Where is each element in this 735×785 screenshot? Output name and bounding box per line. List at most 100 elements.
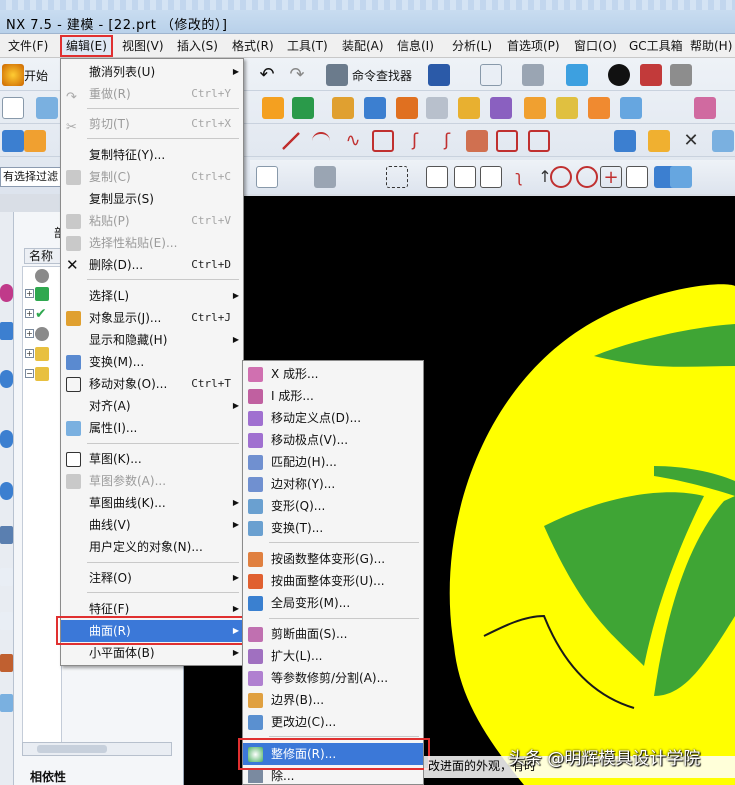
menu-item-copy-feature[interactable]: 复制特征(Y)...	[61, 144, 243, 166]
feature-icon-13[interactable]	[694, 97, 716, 119]
snap-icon-6[interactable]	[626, 166, 648, 188]
menu-item-sketch-curve[interactable]: 草图曲线(K)... ▶	[61, 492, 243, 514]
snap-icon-3[interactable]	[480, 166, 502, 188]
arc-icon[interactable]	[312, 132, 330, 150]
menu-item-sketch[interactable]: 草图(K)...	[61, 448, 243, 470]
menu-item-paste-special[interactable]: 选择性粘贴(E)...	[61, 232, 243, 254]
menu-insert[interactable]: 插入(S)	[175, 37, 220, 55]
start-button[interactable]: 开始	[24, 67, 48, 84]
history-mode-icon[interactable]	[35, 269, 49, 283]
submenu-item-global-shaping[interactable]: 全局变形(M)...	[243, 592, 423, 614]
render-style-icon[interactable]	[522, 64, 544, 86]
submenu-item-change-edge[interactable]: 更改边(C)...	[243, 711, 423, 733]
menu-item-undo-list[interactable]: 撤消列表(U) ▶	[61, 61, 243, 83]
menu-format[interactable]: 格式(R)	[230, 37, 276, 55]
snap-icon-1[interactable]	[426, 166, 448, 188]
menu-file[interactable]: 文件(F)	[6, 37, 50, 55]
line-icon[interactable]	[282, 132, 300, 150]
section-icon[interactable]	[640, 64, 662, 86]
resource-icon-3[interactable]	[0, 370, 13, 388]
roles-icon[interactable]	[0, 654, 13, 672]
submenu-item-refit-face[interactable]: 整修面(R)...	[243, 743, 423, 765]
feature-icon-3[interactable]	[332, 97, 354, 119]
menu-item-move-object[interactable]: 移动对象(O)... Ctrl+T	[61, 373, 243, 395]
resource-icon-6[interactable]	[0, 526, 13, 544]
resource-icon-4[interactable]	[0, 430, 13, 448]
menu-item-select[interactable]: 选择(L) ▶	[61, 285, 243, 307]
submenu-item-match-edge[interactable]: 匹配边(H)...	[243, 451, 423, 473]
command-finder-button[interactable]: 命令查找器	[352, 67, 412, 84]
menu-item-properties[interactable]: 属性(I)...	[61, 417, 243, 439]
offset-curve-icon[interactable]: ʃ	[404, 130, 426, 152]
menu-item-transform[interactable]: 变换(M)...	[61, 351, 243, 373]
info-icon[interactable]	[428, 64, 450, 86]
menu-item-user-defined-object[interactable]: 用户定义的对象(N)...	[61, 536, 243, 558]
menu-help[interactable]: 帮助(H)	[688, 37, 734, 55]
menu-view[interactable]: 视图(V)	[120, 37, 166, 55]
intersect-curve-icon[interactable]	[496, 130, 518, 152]
submenu-item-cut-surface[interactable]: 剪断曲面(S)...	[243, 623, 423, 645]
resource-icon-7[interactable]	[0, 568, 13, 586]
cube-icon[interactable]	[566, 64, 588, 86]
menu-item-object-display[interactable]: 对象显示(J)... Ctrl+J	[61, 307, 243, 329]
snap-icon-4[interactable]: ʅ	[508, 166, 530, 188]
extract-curve-icon[interactable]	[528, 130, 550, 152]
submenu-item-deform[interactable]: 变形(Q)...	[243, 495, 423, 517]
submenu-item-i-shape[interactable]: I 成形...	[243, 385, 423, 407]
menu-item-feature[interactable]: 特征(F) ▶	[61, 598, 243, 620]
feature-icon-4[interactable]	[364, 97, 386, 119]
extrude-icon[interactable]	[36, 97, 58, 119]
menu-item-annotation[interactable]: 注释(O) ▶	[61, 567, 243, 589]
menu-item-copy-display[interactable]: 复制显示(S)	[61, 188, 243, 210]
polygon-icon[interactable]	[372, 130, 394, 152]
redo-icon[interactable]: ↷	[286, 64, 308, 86]
submenu-item-isoparametric-trim[interactable]: 等参数修剪/分割(A)...	[243, 667, 423, 689]
selection-filter[interactable]: 有选择过滤	[0, 167, 62, 187]
project-curve-icon[interactable]	[466, 130, 488, 152]
command-finder-icon[interactable]	[326, 64, 348, 86]
toolbar-icon-c[interactable]	[712, 130, 734, 152]
snap-quadrant-icon[interactable]	[576, 166, 598, 188]
submenu-item-boundary[interactable]: 边界(B)...	[243, 689, 423, 711]
select-icon-2[interactable]	[314, 166, 336, 188]
snap-icon-8[interactable]	[670, 166, 692, 188]
folder-open-icon[interactable]	[35, 367, 49, 381]
submenu-item-x-shape[interactable]: X 成形...	[243, 363, 423, 385]
toolbar-icon-a[interactable]	[614, 130, 636, 152]
menu-analysis[interactable]: 分析(L)	[450, 37, 494, 55]
feature-icon-1[interactable]	[262, 97, 284, 119]
clock-icon[interactable]	[35, 327, 49, 341]
toolbar-icon-b[interactable]	[648, 130, 670, 152]
feature-icon-10[interactable]	[556, 97, 578, 119]
close-icon[interactable]: ✕	[680, 130, 702, 152]
menu-window[interactable]: 窗口(O)	[572, 37, 619, 55]
surface-icon-1[interactable]	[2, 130, 24, 152]
submenu-item-move-defining-point[interactable]: 移动定义点(D)...	[243, 407, 423, 429]
fit-view-icon[interactable]	[480, 64, 502, 86]
menu-item-cut[interactable]: ✂ 剪切(T) Ctrl+X	[61, 113, 243, 135]
menu-item-facet-body[interactable]: 小平面体(B) ▶	[61, 642, 243, 664]
orient-icon[interactable]	[608, 64, 630, 86]
submenu-item-transform[interactable]: 变换(T)...	[243, 517, 423, 539]
snap-point-icon[interactable]: +	[600, 166, 622, 188]
snap-center-icon[interactable]	[550, 166, 572, 188]
surface-icon-2[interactable]	[24, 130, 46, 152]
menu-item-redo[interactable]: ↷ 重做(R) Ctrl+Y	[61, 83, 243, 105]
menu-item-sketch-parameters[interactable]: 草图参数(A)...	[61, 470, 243, 492]
expand-toggle[interactable]: +	[25, 309, 34, 318]
feature-icon-2[interactable]	[292, 97, 314, 119]
resource-icon-8[interactable]	[0, 612, 13, 630]
menu-item-delete[interactable]: ✕ 删除(D)... Ctrl+D	[61, 254, 243, 276]
rect-select-icon[interactable]	[386, 166, 408, 188]
bridge-curve-icon[interactable]: ʃ	[436, 130, 458, 152]
submenu-item-enlarge[interactable]: 扩大(L)...	[243, 645, 423, 667]
feature-icon-7[interactable]	[458, 97, 480, 119]
feature-icon-5[interactable]	[396, 97, 418, 119]
feature-icon-9[interactable]	[524, 97, 546, 119]
submenu-item-global-shaping-by-surface[interactable]: 按曲面整体变形(U)...	[243, 570, 423, 592]
feature-icon-8[interactable]	[490, 97, 512, 119]
feature-icon-11[interactable]	[588, 97, 610, 119]
column-header-name[interactable]: 名称	[24, 248, 64, 264]
model-views-icon[interactable]	[35, 287, 49, 301]
select-icon[interactable]	[256, 166, 278, 188]
